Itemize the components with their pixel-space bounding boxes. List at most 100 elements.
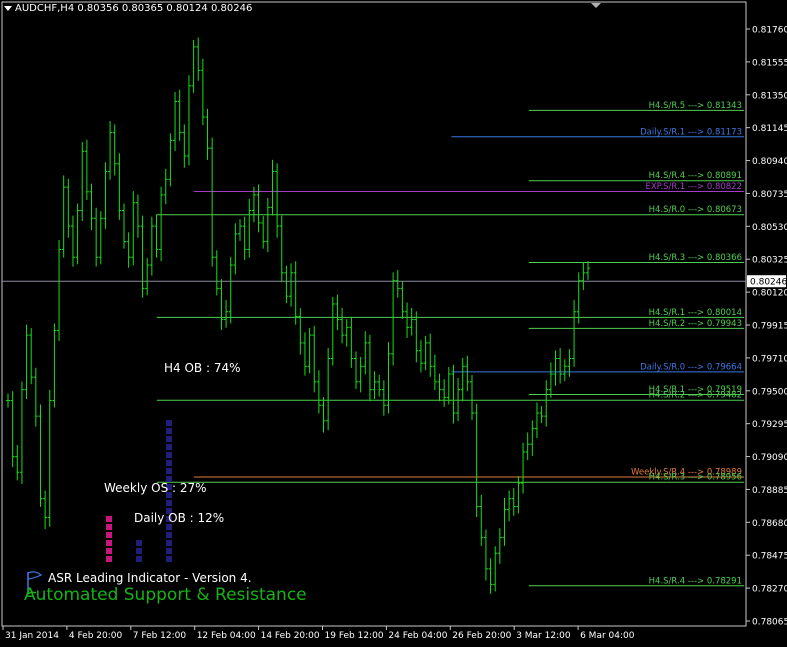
price-bar [163,168,168,205]
price-bar [279,215,284,283]
price-bar [507,490,512,522]
price-bar [70,215,75,267]
y-tick-label: 0.80735 [752,190,787,200]
price-bar [6,393,10,408]
y-tick-label: 0.79710 [752,354,787,364]
price-bar [168,133,173,187]
price-chart[interactable]: 0.81760 0.81555 0.81350 0.81145 0.80940 0.807… [0,0,787,647]
meter-1 [136,540,142,562]
price-bar [497,528,502,564]
price-bar [131,191,136,266]
price-bar [465,355,470,392]
price-bar [302,332,307,376]
price-bar [284,265,289,304]
price-bar [511,488,516,516]
price-bar [474,403,479,518]
price-bar [451,364,456,424]
price-bar [525,432,530,461]
meter-block [166,548,172,554]
price-bar [52,323,57,408]
sr-level-label: EXP.S/R.1 ---> 0.80822 [645,182,742,192]
price-bar [261,215,266,249]
price-bar [446,367,451,405]
price-bar [80,141,85,222]
price-bar [126,232,131,268]
meter-block [166,500,172,506]
price-bar [470,374,474,421]
chevron-down-icon[interactable] [4,6,12,11]
price-bar [33,367,38,427]
price-bar [275,163,280,238]
price-bar [562,359,567,382]
price-bar [521,442,526,494]
price-bar [340,307,345,344]
price-bar [539,406,544,424]
price-bar [89,183,94,230]
meter-block [106,540,112,546]
indicator-title: ASR Leading Indicator - Version 4. [48,571,252,585]
meter-block [166,556,172,562]
y-tick-label: 0.79295 [752,420,787,430]
price-bar [122,203,126,249]
symbol-line: AUDCHF,H4 0.80356 0.80365 0.80124 0.8024… [15,3,253,14]
price-bar [247,198,252,258]
sr-level-label: H4.S/R.0 ---> 0.80673 [649,205,742,215]
price-bar [24,324,29,399]
price-bar [38,404,43,507]
y-tick-label: 0.81555 [752,58,787,68]
price-bar [386,342,391,414]
price-bar [149,216,154,276]
price-bar [442,379,447,407]
price-bar [344,319,349,347]
price-bar [530,420,535,456]
price-bar [335,294,340,331]
price-bar [94,207,99,267]
meter-block [166,540,172,546]
price-bar [312,325,317,393]
price-bar [372,371,377,399]
price-bar [117,153,122,220]
price-bar [233,223,238,275]
price-bar [488,558,493,594]
indicator-subtitle: Automated Support & Resistance [24,585,307,605]
x-tick-label: 14 Feb 20:00 [261,631,320,641]
price-bar [57,240,62,341]
price-bar [576,272,581,324]
price-bar [358,356,363,393]
price-bar [196,37,201,81]
y-tick-label: 0.80120 [752,289,787,299]
x-tick-label: 7 Feb 12:00 [133,631,187,641]
meter-block [166,460,172,466]
price-bar [558,347,563,384]
y-tick-label: 0.80325 [752,256,787,266]
price-bar [265,198,270,253]
x-tick-label: 12 Feb 04:00 [197,631,256,641]
sr-level-label: Daily.S/R.1 ---> 0.81173 [640,127,742,137]
price-bar [437,373,442,402]
price-bar [460,358,465,402]
sr-level-label: H4.S/R.3 ---> 0.80366 [649,253,742,263]
price-bar [414,311,419,363]
price-bar [219,279,224,331]
price-bar [205,108,210,160]
price-bar [182,124,187,168]
price-bar [47,390,52,527]
price-bar [581,262,586,290]
price-bar [544,380,549,427]
x-tick-label: 6 Mar 04:00 [580,631,635,641]
meter-block [136,548,142,554]
shift-marker-icon [591,3,601,8]
price-bar [112,124,117,176]
price-bar [493,546,498,592]
y-tick-label: 0.79090 [752,453,787,463]
price-bar [98,211,103,265]
price-bar [307,328,312,374]
price-bar [423,335,428,371]
price-bar [200,58,205,126]
price-bar [177,89,182,141]
meter-block [106,548,112,554]
meter-block [106,532,112,538]
y-tick-label: 0.78680 [752,519,787,529]
price-bar [377,374,382,397]
price-bar [224,300,229,328]
